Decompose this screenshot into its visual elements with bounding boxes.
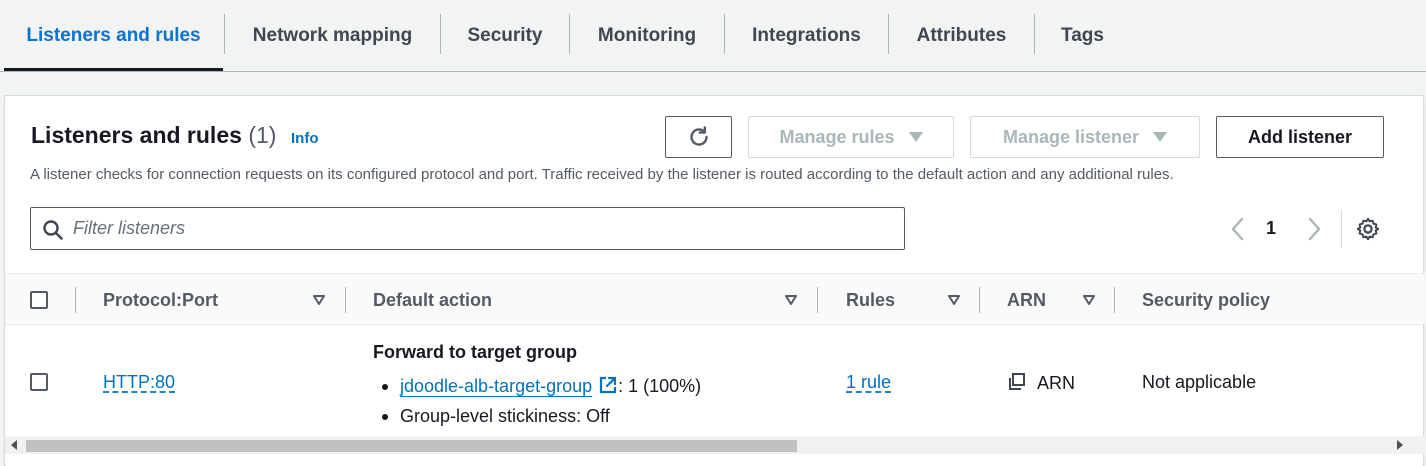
listener-count: (1) [248,122,277,148]
chevron-left-icon[interactable] [1229,216,1247,242]
panel-description: A listener checks for connection request… [30,166,1174,183]
copy-icon[interactable] [1007,372,1027,392]
manage-listener-label: Manage listener [1002,126,1140,147]
sort-icon[interactable] [312,293,326,307]
list-item: Group-level stickiness: Off [373,401,701,431]
column-divider [75,287,76,313]
column-arn[interactable]: ARN [1007,274,1046,326]
scroll-left-arrow[interactable] [11,440,17,450]
sort-icon[interactable] [784,293,798,307]
column-default-action[interactable]: Default action [373,274,492,326]
tab-listeners-and-rules[interactable]: Listeners and rules [4,0,223,72]
horizontal-scrollbar[interactable] [5,436,1425,454]
tab-monitoring[interactable]: Monitoring [570,0,724,72]
target-group-link[interactable]: jdoodle-alb-target-group [400,376,592,396]
tab-security[interactable]: Security [441,0,569,72]
target-weight: : 1 (100%) [618,376,702,396]
caret-down-icon [1153,132,1168,142]
row-checkbox[interactable] [30,373,48,391]
listener-link[interactable]: HTTP:80 [103,372,175,392]
pager-divider [1341,210,1342,248]
panel-title-text: Listeners and rules [31,122,242,148]
scrollbar-thumb[interactable] [26,440,797,452]
sort-icon[interactable] [1082,293,1096,307]
filter-box [30,207,905,250]
active-tab-indicator [4,68,223,71]
refresh-button[interactable] [665,116,732,158]
listeners-panel: Listeners and rules (1) Info A listener … [4,95,1425,466]
default-action-list: jdoodle-alb-target-group : 1 (100%) Grou… [373,371,701,431]
column-security-policy[interactable]: Security policy [1142,274,1270,326]
external-link-icon[interactable] [598,375,618,395]
column-protocol-port[interactable]: Protocol:Port [103,274,218,326]
tab-integrations[interactable]: Integrations [725,0,888,72]
add-listener-button[interactable]: Add listener [1216,116,1384,158]
select-all-checkbox[interactable] [30,291,48,309]
tab-attributes[interactable]: Attributes [889,0,1034,72]
tab-bar: Listeners and rules Network mapping Secu… [0,0,1426,72]
security-policy-value: Not applicable [1142,372,1257,392]
sort-icon[interactable] [947,293,961,307]
arn-copy[interactable]: ARN [1007,372,1075,394]
info-link[interactable]: Info [291,130,319,147]
column-rules[interactable]: Rules [846,274,895,326]
tab-tags[interactable]: Tags [1035,0,1130,72]
chevron-right-icon[interactable] [1305,216,1323,242]
scroll-right-arrow[interactable] [1397,440,1403,450]
panel-title: Listeners and rules (1) [31,122,276,149]
manage-listener-button[interactable]: Manage listener [970,116,1200,158]
filter-listeners-input[interactable] [73,208,893,249]
column-divider [345,287,346,313]
manage-rules-button[interactable]: Manage rules [748,116,954,158]
default-action-title: Forward to target group [373,342,577,362]
column-divider [979,287,980,313]
page-number[interactable]: 1 [1261,218,1281,239]
tab-network-mapping[interactable]: Network mapping [225,0,440,72]
arn-label: ARN [1037,373,1076,393]
refresh-icon [689,126,708,146]
search-icon [43,220,63,240]
rules-link[interactable]: 1 rule [846,372,891,392]
table-header: Protocol:Port Default action Rules ARN S… [5,273,1425,325]
column-divider [1114,287,1115,313]
list-item: jdoodle-alb-target-group : 1 (100%) [373,371,701,401]
caret-down-icon [908,132,923,142]
gear-icon[interactable] [1356,217,1380,241]
manage-rules-label: Manage rules [779,126,895,147]
column-divider [817,287,818,313]
